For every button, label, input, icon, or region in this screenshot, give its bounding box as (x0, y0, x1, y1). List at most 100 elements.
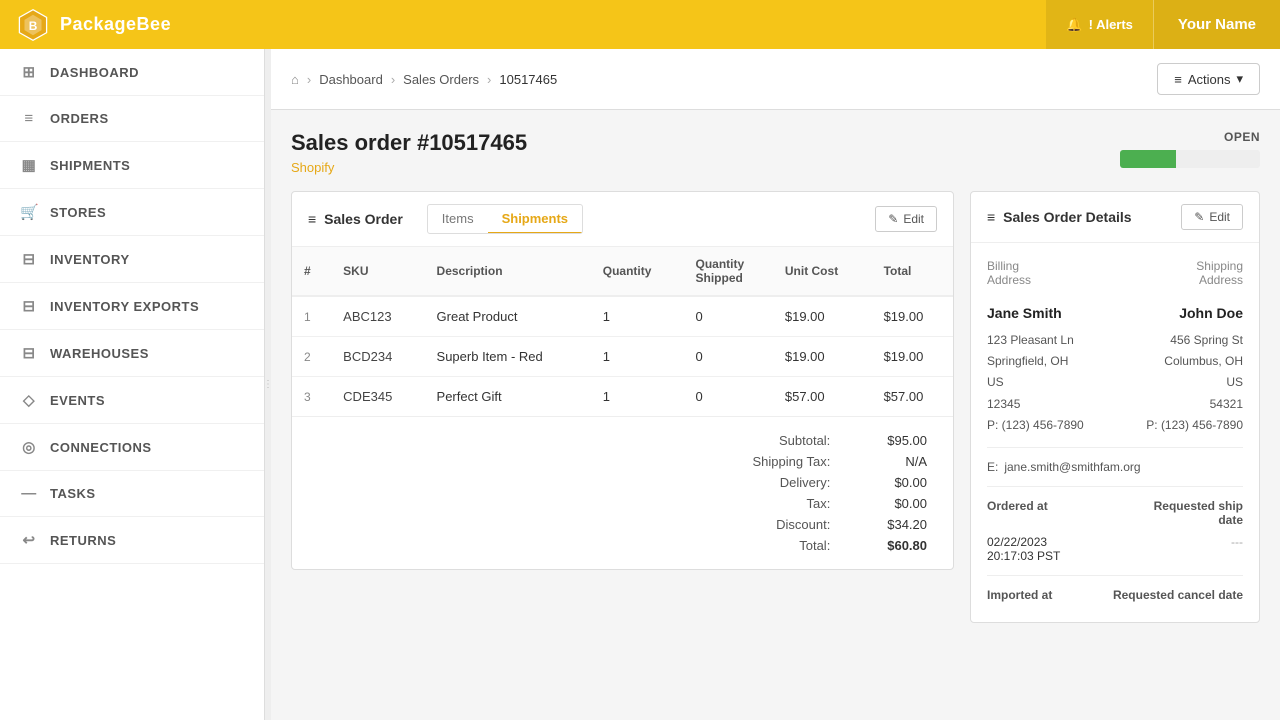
row3-quantity: 1 (591, 377, 684, 417)
sales-order-card-header: ≡ Sales Order Items Shipments ✎ E (292, 192, 953, 247)
billing-phone: P: (123) 456-7890 (987, 416, 1084, 435)
requested-ship-value: --- (1231, 535, 1243, 563)
inventory-exports-icon: ⊟ (20, 297, 38, 315)
sidebar-label-returns: RETURNS (50, 533, 116, 548)
breadcrumb-sep-1: › (307, 72, 311, 87)
orders-icon: ≡ (20, 110, 38, 127)
shipping-address-col: ShippingAddress (1115, 259, 1243, 293)
tax-row: Tax: $0.00 (679, 494, 935, 513)
subtotal-label: Subtotal: (679, 431, 838, 450)
details-body: BillingAddress ShippingAddress Jane Smit… (971, 243, 1259, 622)
table-row: 1 ABC123 Great Product 1 0 $19.00 $19.00 (292, 296, 953, 337)
sales-order-card: ≡ Sales Order Items Shipments ✎ E (291, 191, 954, 570)
billing-address-label: BillingAddress (987, 259, 1115, 287)
billing-address-col: BillingAddress (987, 259, 1115, 293)
order-status-block: OPEN (1120, 130, 1260, 168)
sidebar-item-connections[interactable]: ◎ CONNECTIONS (0, 424, 264, 471)
tab-items[interactable]: Items (428, 205, 488, 234)
user-menu-button[interactable]: Your Name (1154, 0, 1280, 49)
sidebar-label-events: EVENTS (50, 393, 105, 408)
requested-cancel-label: Requested cancel date (1113, 588, 1243, 602)
totals-row: Subtotal: $95.00 Shipping Tax: N/A Deliv… (308, 429, 937, 557)
events-icon: ◇ (20, 391, 38, 409)
shipping-name: John Doe (1179, 305, 1243, 321)
imported-at-label: Imported at (987, 588, 1052, 602)
sidebar-item-warehouses[interactable]: ⊟ WAREHOUSES (0, 330, 264, 377)
breadcrumb-sep-2: › (391, 72, 395, 87)
billing-country: US (987, 373, 1004, 392)
row2-num: 2 (292, 337, 331, 377)
order-progress-fill (1120, 150, 1176, 168)
address-line1-row: 123 Pleasant Ln 456 Spring St (987, 331, 1243, 350)
row3-sku: CDE345 (331, 377, 424, 417)
breadcrumb-sep-3: › (487, 72, 491, 87)
row1-unit-cost: $19.00 (773, 296, 872, 337)
row1-total: $19.00 (872, 296, 953, 337)
row1-quantity: 1 (591, 296, 684, 337)
row2-quantity: 1 (591, 337, 684, 377)
sidebar-item-tasks[interactable]: — TASKS (0, 471, 264, 517)
breadcrumb-sales-orders[interactable]: Sales Orders (403, 72, 479, 87)
svg-text:B: B (29, 19, 38, 33)
sidebar-label-tasks: TASKS (50, 486, 96, 501)
meta-labels-row: Ordered at Requested shipdate (987, 499, 1243, 531)
tab-shipments[interactable]: Shipments (488, 205, 582, 234)
col-qty-shipped: Quantity Shipped (684, 247, 773, 296)
row3-qty-shipped: 0 (684, 377, 773, 417)
sales-order-edit-button[interactable]: ✎ Edit (875, 206, 937, 232)
email-address: jane.smith@smithfam.org (1004, 460, 1140, 474)
email-icon: E: (987, 460, 998, 474)
breadcrumb-dashboard[interactable]: Dashboard (319, 72, 383, 87)
table-row: 3 CDE345 Perfect Gift 1 0 $57.00 $57.00 (292, 377, 953, 417)
ordered-at-label: Ordered at (987, 499, 1048, 527)
ordered-at-date: 02/22/2023 (987, 535, 1060, 549)
details-edit-label: Edit (1209, 210, 1230, 224)
alerts-button[interactable]: 🔔 ! Alerts (1046, 0, 1154, 49)
shipping-tax-label: Shipping Tax: (679, 452, 838, 471)
row1-num: 1 (292, 296, 331, 337)
billing-address1: 123 Pleasant Ln (987, 331, 1074, 350)
sidebar-item-orders[interactable]: ≡ ORDERS (0, 96, 264, 142)
table-head: # SKU Description Quantity Quantity Ship… (292, 247, 953, 296)
actions-button[interactable]: ≡ Actions ▾ (1157, 63, 1260, 95)
app-name: PackageBee (60, 14, 171, 35)
billing-address2: Springfield, OH (987, 352, 1068, 371)
sidebar-item-shipments[interactable]: ▦ SHIPMENTS (0, 142, 264, 189)
sidebar-item-inventory-exports[interactable]: ⊟ INVENTORY EXPORTS (0, 283, 264, 330)
ordered-at-row: 02/22/2023 20:17:03 PST --- (987, 535, 1243, 563)
warehouses-icon: ⊟ (20, 344, 38, 362)
sales-order-title-text: Sales Order (324, 211, 403, 227)
logo-icon: B (16, 8, 50, 42)
sidebar-label-dashboard: DASHBOARD (50, 65, 139, 80)
actions-list-icon: ≡ (1174, 72, 1182, 87)
actions-label: Actions (1188, 72, 1231, 87)
sidebar-item-returns[interactable]: ↩ RETURNS (0, 517, 264, 564)
imported-labels-row: Imported at Requested cancel date (987, 588, 1243, 606)
requested-ship-label: Requested shipdate (1154, 499, 1243, 527)
sales-order-icon: ≡ (308, 211, 316, 227)
sidebar-item-inventory[interactable]: ⊟ INVENTORY (0, 236, 264, 283)
returns-icon: ↩ (20, 531, 38, 549)
totals-section: Subtotal: $95.00 Shipping Tax: N/A Deliv… (292, 416, 953, 569)
sidebar-label-stores: STORES (50, 205, 106, 220)
discount-value: $34.20 (840, 515, 935, 534)
order-title: Sales order #10517465 (291, 130, 527, 156)
row1-description: Great Product (425, 296, 591, 337)
stores-icon: 🛒 (20, 203, 38, 221)
home-icon: ⌂ (291, 72, 299, 87)
billing-zip: 12345 (987, 395, 1020, 414)
details-edit-button[interactable]: ✎ Edit (1181, 204, 1243, 230)
subtotal-row: Subtotal: $95.00 (679, 431, 935, 450)
sidebar-item-events[interactable]: ◇ EVENTS (0, 377, 264, 424)
billing-name: Jane Smith (987, 305, 1062, 321)
sidebar: ⊞ DASHBOARD ≡ ORDERS ▦ SHIPMENTS 🛒 STORE… (0, 49, 265, 720)
total-value: $60.80 (840, 536, 935, 555)
ordered-at-value: 02/22/2023 20:17:03 PST (987, 535, 1060, 563)
sidebar-label-inventory: INVENTORY (50, 252, 130, 267)
email-row: E: jane.smith@smithfam.org (987, 460, 1243, 474)
sidebar-item-dashboard[interactable]: ⊞ DASHBOARD (0, 49, 264, 96)
dashboard-icon: ⊞ (20, 63, 38, 81)
shipments-icon: ▦ (20, 156, 38, 174)
details-icon: ≡ (987, 209, 995, 225)
sidebar-item-stores[interactable]: 🛒 STORES (0, 189, 264, 236)
